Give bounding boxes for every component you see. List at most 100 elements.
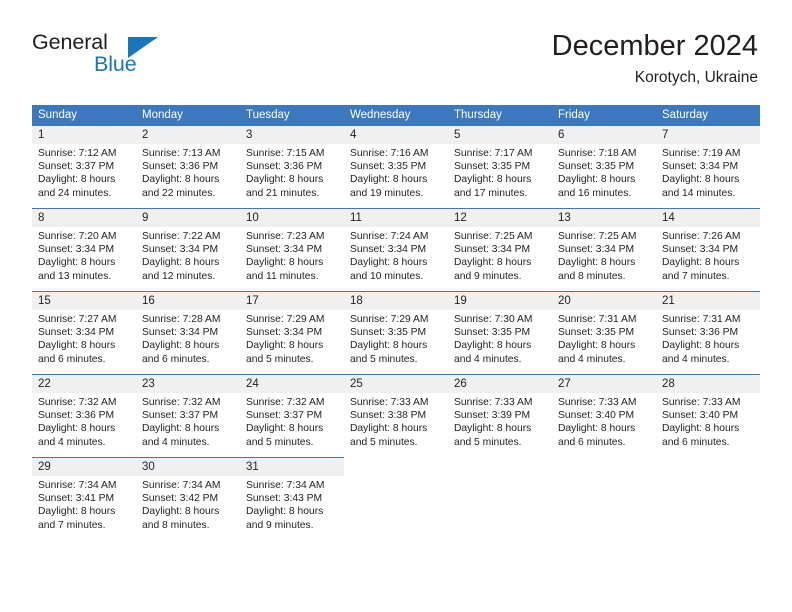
calendar-day-cell[interactable]: 3 Sunrise: 7:15 AM Sunset: 3:36 PM Daylight…	[240, 126, 344, 209]
sunrise-time: Sunrise: 7:13 AM	[142, 148, 221, 159]
sunset-time: Sunset: 3:43 PM	[246, 493, 323, 505]
day-content: 1 Sunrise: 7:12 AM Sunset: 3:37 PM Daylight…	[32, 126, 136, 208]
calendar-day-cell[interactable]: 16 Sunrise: 7:28 AM Sunset: 3:34 PM Dayligh…	[136, 291, 240, 375]
calendar-page: General Blue December 2024 Korotych, Ukr…	[0, 0, 792, 612]
calendar-day-cell[interactable]: 29 Sunrise: 7:34 AM Sunset: 3:41 PM Dayligh…	[32, 457, 136, 540]
daylight-duration-line-1: Daylight: 8 hours	[142, 174, 220, 186]
day-content: 7 Sunrise: 7:19 AM Sunset: 3:34 PM Daylight…	[656, 126, 760, 208]
calendar-day-cell[interactable]: 31 Sunrise: 7:34 AM Sunset: 3:43 PM Dayligh…	[240, 457, 344, 540]
daylight-duration-line-2: and 14 minutes.	[662, 187, 736, 199]
sunrise-time: Sunrise: 7:22 AM	[142, 231, 221, 242]
calendar-day-cell[interactable]: 27 Sunrise: 7:33 AM Sunset: 3:40 PM Dayligh…	[552, 374, 656, 458]
daylight-duration-line-1: Daylight: 8 hours	[38, 174, 116, 186]
day-number: 2	[136, 126, 240, 144]
calendar-day-cell[interactable]: 20 Sunrise: 7:31 AM Sunset: 3:35 PM Dayligh…	[552, 291, 656, 375]
calendar-day-cell[interactable]: 23 Sunrise: 7:32 AM Sunset: 3:37 PM Dayligh…	[136, 374, 240, 458]
calendar-day-cell[interactable]: 10 Sunrise: 7:23 AM Sunset: 3:34 PM Dayligh…	[240, 208, 344, 292]
day-content: 27 Sunrise: 7:33 AM Sunset: 3:40 PM Dayligh…	[552, 375, 656, 458]
calendar-day-cell[interactable]: 22 Sunrise: 7:32 AM Sunset: 3:36 PM Dayligh…	[32, 374, 136, 458]
sunset-time: Sunset: 3:35 PM	[350, 327, 427, 339]
calendar-day-cell[interactable]: 4 Sunrise: 7:16 AM Sunset: 3:35 PM Daylight…	[344, 126, 448, 209]
sunrise-time: Sunrise: 7:33 AM	[454, 397, 533, 408]
day-details: Sunrise: 7:18 AM Sunset: 3:35 PM Daylight:…	[552, 144, 656, 200]
daylight-duration-line-1: Daylight: 8 hours	[558, 423, 636, 435]
day-content: 14 Sunrise: 7:26 AM Sunset: 3:34 PM Dayligh…	[656, 209, 760, 291]
sunrise-time: Sunrise: 7:27 AM	[38, 314, 117, 325]
daylight-duration-line-2: and 4 minutes.	[38, 436, 106, 448]
calendar-day-cell[interactable]: 6 Sunrise: 7:18 AM Sunset: 3:35 PM Daylight…	[552, 126, 656, 209]
day-content: 30 Sunrise: 7:34 AM Sunset: 3:42 PM Dayligh…	[136, 458, 240, 540]
daylight-duration-line-2: and 16 minutes.	[558, 187, 632, 199]
day-content: 2 Sunrise: 7:13 AM Sunset: 3:36 PM Daylight…	[136, 126, 240, 208]
day-number: 24	[240, 375, 344, 393]
calendar-week-row: 22 Sunrise: 7:32 AM Sunset: 3:36 PM Dayligh…	[32, 374, 760, 458]
sunrise-time: Sunrise: 7:24 AM	[350, 231, 429, 242]
day-content: 8 Sunrise: 7:20 AM Sunset: 3:34 PM Daylight…	[32, 209, 136, 291]
calendar-day-cell[interactable]: 25 Sunrise: 7:33 AM Sunset: 3:38 PM Dayligh…	[344, 374, 448, 458]
day-details: Sunrise: 7:24 AM Sunset: 3:34 PM Daylight:…	[344, 227, 448, 283]
calendar-day-cell[interactable]: 1 Sunrise: 7:12 AM Sunset: 3:37 PM Daylight…	[32, 126, 136, 209]
calendar-day-cell[interactable]: 2 Sunrise: 7:13 AM Sunset: 3:36 PM Daylight…	[136, 126, 240, 209]
day-content: 26 Sunrise: 7:33 AM Sunset: 3:39 PM Dayligh…	[448, 375, 552, 458]
daylight-duration-line-2: and 13 minutes.	[38, 270, 112, 282]
sunset-time: Sunset: 3:37 PM	[142, 410, 219, 422]
sunset-time: Sunset: 3:35 PM	[558, 327, 635, 339]
sunset-time: Sunset: 3:35 PM	[454, 161, 531, 173]
sunset-time: Sunset: 3:36 PM	[142, 161, 219, 173]
sunset-time: Sunset: 3:42 PM	[142, 493, 219, 505]
day-details: Sunrise: 7:33 AM Sunset: 3:40 PM Daylight:…	[656, 393, 760, 449]
daylight-duration-line-2: and 5 minutes.	[246, 436, 314, 448]
day-content: 31 Sunrise: 7:34 AM Sunset: 3:43 PM Dayligh…	[240, 458, 344, 540]
day-details: Sunrise: 7:23 AM Sunset: 3:34 PM Daylight:…	[240, 227, 344, 283]
day-content: 6 Sunrise: 7:18 AM Sunset: 3:35 PM Daylight…	[552, 126, 656, 208]
calendar-day-cell[interactable]: 12 Sunrise: 7:25 AM Sunset: 3:34 PM Dayligh…	[448, 208, 552, 292]
daylight-duration-line-2: and 17 minutes.	[454, 187, 528, 199]
calendar-day-cell[interactable]: 14 Sunrise: 7:26 AM Sunset: 3:34 PM Dayligh…	[656, 208, 760, 292]
day-number: 17	[240, 292, 344, 310]
daylight-duration-line-2: and 8 minutes.	[558, 270, 626, 282]
daylight-duration-line-1: Daylight: 8 hours	[558, 340, 636, 352]
daylight-duration-line-1: Daylight: 8 hours	[662, 257, 740, 269]
daylight-duration-line-1: Daylight: 8 hours	[350, 174, 428, 186]
daylight-duration-line-2: and 6 minutes.	[558, 436, 626, 448]
daylight-duration-line-1: Daylight: 8 hours	[454, 174, 532, 186]
day-number: 6	[552, 126, 656, 144]
calendar-day-cell[interactable]: 9 Sunrise: 7:22 AM Sunset: 3:34 PM Daylight…	[136, 208, 240, 292]
day-details: Sunrise: 7:33 AM Sunset: 3:40 PM Daylight:…	[552, 393, 656, 449]
calendar-day-cell[interactable]: 26 Sunrise: 7:33 AM Sunset: 3:39 PM Dayligh…	[448, 374, 552, 458]
calendar-day-cell[interactable]: 5 Sunrise: 7:17 AM Sunset: 3:35 PM Daylight…	[448, 126, 552, 209]
sunset-time: Sunset: 3:40 PM	[558, 410, 635, 422]
day-number: 20	[552, 292, 656, 310]
calendar-day-cell[interactable]: 28 Sunrise: 7:33 AM Sunset: 3:40 PM Dayligh…	[656, 374, 760, 458]
calendar-day-cell[interactable]: 24 Sunrise: 7:32 AM Sunset: 3:37 PM Dayligh…	[240, 374, 344, 458]
calendar-day-cell-empty	[552, 457, 656, 540]
sunset-time: Sunset: 3:35 PM	[454, 327, 531, 339]
daylight-duration-line-1: Daylight: 8 hours	[246, 506, 324, 518]
calendar-day-cell[interactable]: 18 Sunrise: 7:29 AM Sunset: 3:35 PM Dayligh…	[344, 291, 448, 375]
day-number: 4	[344, 126, 448, 144]
general-blue-logo[interactable]: General Blue	[32, 30, 252, 88]
day-number: 26	[448, 375, 552, 393]
daylight-duration-line-2: and 6 minutes.	[38, 353, 106, 365]
day-details: Sunrise: 7:33 AM Sunset: 3:39 PM Daylight:…	[448, 393, 552, 449]
daylight-duration-line-2: and 4 minutes.	[142, 436, 210, 448]
calendar-day-cell[interactable]: 15 Sunrise: 7:27 AM Sunset: 3:34 PM Dayligh…	[32, 291, 136, 375]
calendar-day-cell[interactable]: 8 Sunrise: 7:20 AM Sunset: 3:34 PM Daylight…	[32, 208, 136, 292]
daylight-duration-line-1: Daylight: 8 hours	[38, 340, 116, 352]
sunset-time: Sunset: 3:34 PM	[662, 161, 739, 173]
day-content: 18 Sunrise: 7:29 AM Sunset: 3:35 PM Dayligh…	[344, 292, 448, 374]
calendar-day-cell[interactable]: 11 Sunrise: 7:24 AM Sunset: 3:34 PM Dayligh…	[344, 208, 448, 292]
daylight-duration-line-1: Daylight: 8 hours	[38, 257, 116, 269]
sunrise-time: Sunrise: 7:30 AM	[454, 314, 533, 325]
calendar-day-cell[interactable]: 21 Sunrise: 7:31 AM Sunset: 3:36 PM Dayligh…	[656, 291, 760, 375]
sunset-time: Sunset: 3:34 PM	[454, 244, 531, 256]
calendar-day-cell[interactable]: 13 Sunrise: 7:25 AM Sunset: 3:34 PM Dayligh…	[552, 208, 656, 292]
day-content: 12 Sunrise: 7:25 AM Sunset: 3:34 PM Dayligh…	[448, 209, 552, 291]
calendar-day-cell[interactable]: 7 Sunrise: 7:19 AM Sunset: 3:34 PM Daylight…	[656, 126, 760, 209]
day-content: 28 Sunrise: 7:33 AM Sunset: 3:40 PM Dayligh…	[656, 375, 760, 458]
calendar-day-cell[interactable]: 19 Sunrise: 7:30 AM Sunset: 3:35 PM Dayligh…	[448, 291, 552, 375]
day-details: Sunrise: 7:32 AM Sunset: 3:36 PM Daylight:…	[32, 393, 136, 449]
day-number: 14	[656, 209, 760, 227]
calendar-day-cell[interactable]: 30 Sunrise: 7:34 AM Sunset: 3:42 PM Dayligh…	[136, 457, 240, 540]
calendar-day-cell[interactable]: 17 Sunrise: 7:29 AM Sunset: 3:34 PM Dayligh…	[240, 291, 344, 375]
